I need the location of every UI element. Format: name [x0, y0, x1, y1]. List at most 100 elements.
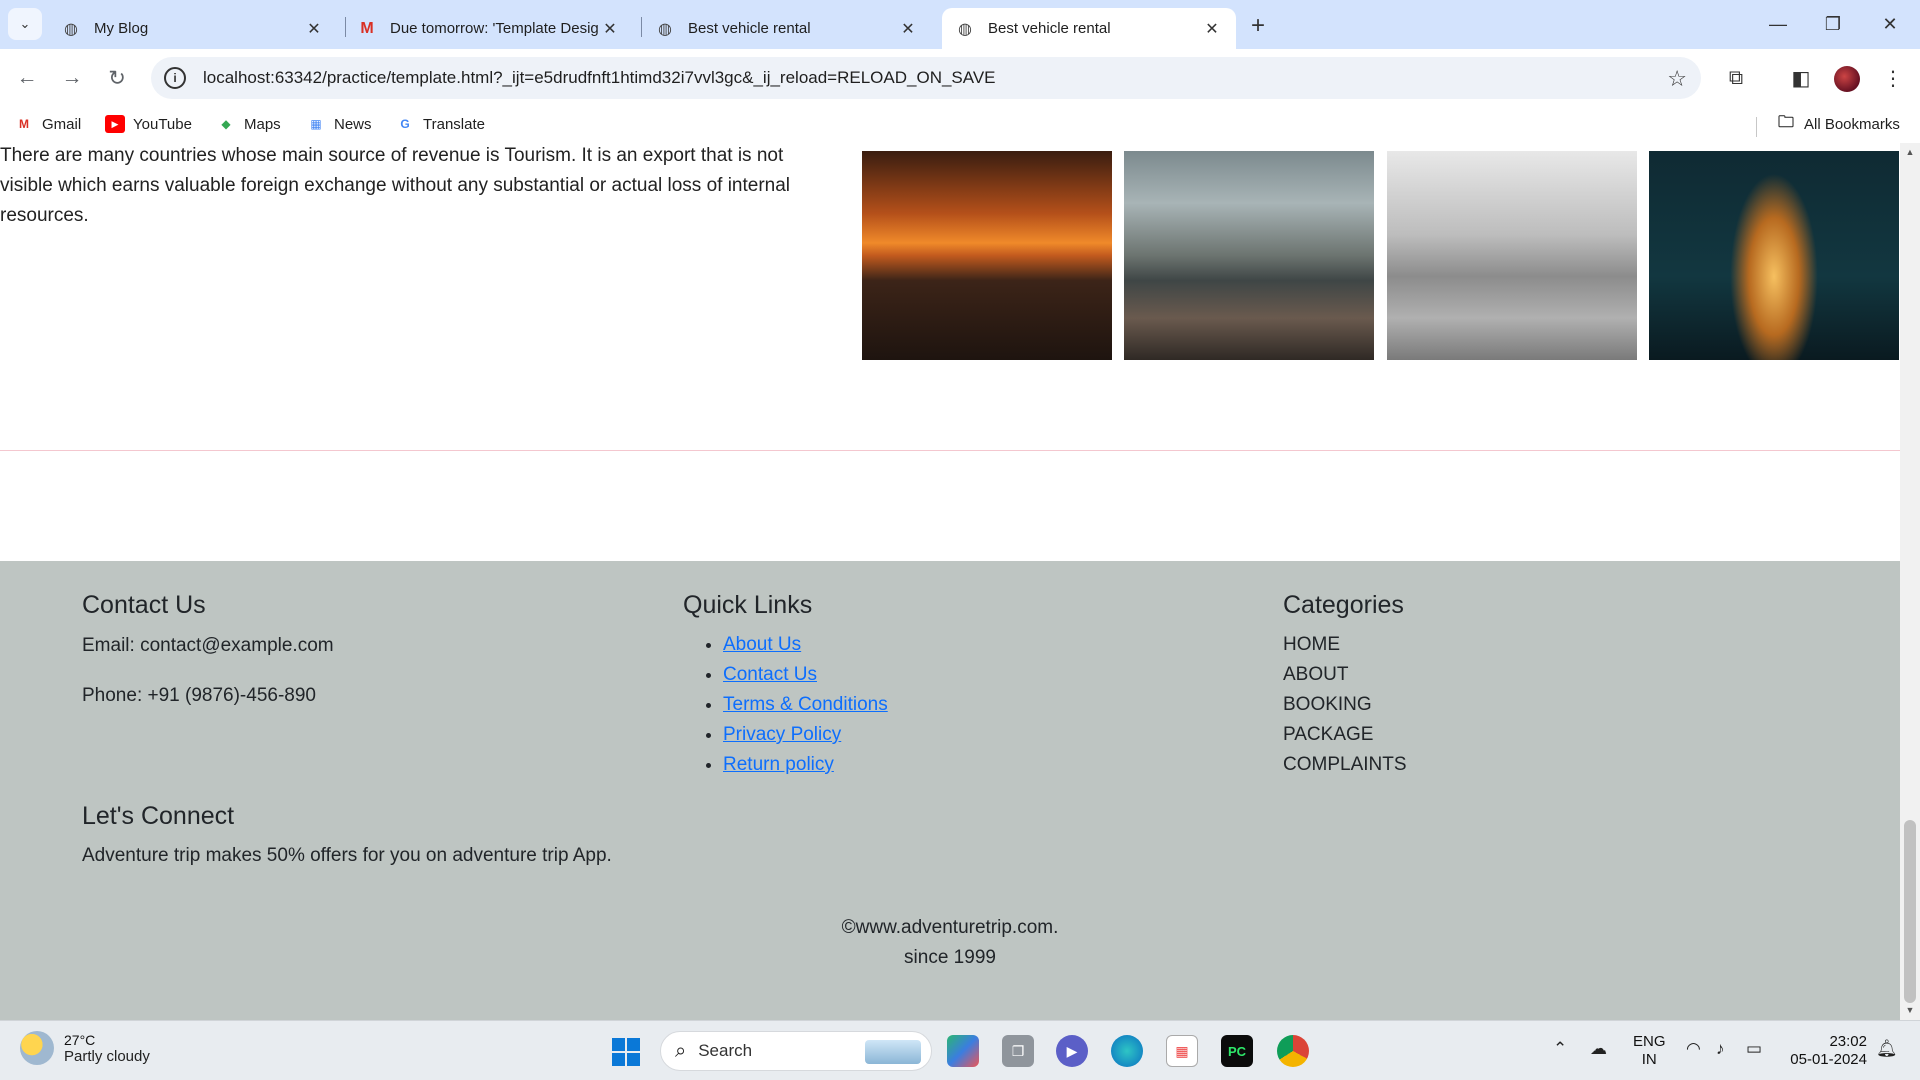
copilot-icon[interactable]	[947, 1035, 979, 1067]
quick-links-heading: Quick Links	[683, 591, 813, 619]
tab-search-button[interactable]: ⌄	[8, 8, 42, 40]
language-indicator[interactable]: ENG IN	[1633, 1033, 1666, 1069]
bookmark-maps[interactable]: ◆ Maps	[216, 115, 280, 133]
link-about-us[interactable]: About Us	[723, 634, 801, 655]
connect-heading: Let's Connect	[82, 802, 235, 830]
weather-icon	[20, 1031, 54, 1065]
lang-region: IN	[1641, 1051, 1657, 1068]
bookmarks-divider	[1756, 117, 1757, 137]
battery-icon[interactable]: ▭	[1746, 1039, 1762, 1059]
bookmark-news[interactable]: ▦ News	[306, 115, 371, 133]
scroll-down-icon[interactable]: ▼	[1905, 1005, 1915, 1015]
category-complaints[interactable]: COMPLAINTS	[1283, 750, 1407, 780]
tab-title: Best vehicle rental	[688, 20, 811, 37]
close-window-button[interactable]: ✕	[1870, 10, 1910, 38]
address-bar[interactable]: i localhost:63342/practice/template.html…	[151, 57, 1701, 99]
category-package[interactable]: PACKAGE	[1283, 720, 1407, 750]
restore-button[interactable]: ❐	[1813, 10, 1853, 38]
weather-desc: Partly cloudy	[64, 1047, 150, 1065]
category-home[interactable]: HOME	[1283, 630, 1407, 660]
bookmark-label: Gmail	[42, 115, 82, 133]
category-booking[interactable]: BOOKING	[1283, 690, 1407, 720]
url-text[interactable]: localhost:63342/practice/template.html?_…	[203, 68, 996, 88]
bookmark-gmail[interactable]: M Gmail	[14, 115, 81, 133]
sunset-birds-photo	[862, 151, 1112, 360]
city-harbor-gulls-photo	[1124, 151, 1374, 360]
volume-icon[interactable]: ♪	[1716, 1039, 1725, 1059]
since-line: since 1999	[904, 947, 996, 968]
tab-strip: ⌄ ◍ My Blog ✕ M Due tomorrow: 'Template …	[0, 0, 1920, 49]
chrome-icon[interactable]	[1277, 1035, 1309, 1067]
clock-time: 23:02	[1829, 1033, 1867, 1050]
forward-button[interactable]: →	[55, 61, 89, 95]
info-icon[interactable]: i	[164, 67, 186, 89]
bookmarks-bar: M Gmail ▶ YouTube ◆ Maps ▦ News G Transl…	[0, 107, 1920, 143]
pycharm-icon[interactable]: PC	[1221, 1035, 1253, 1067]
store-icon[interactable]: ▦	[1166, 1035, 1198, 1067]
news-icon: ▦	[310, 117, 322, 131]
link-terms[interactable]: Terms & Conditions	[723, 694, 888, 715]
close-icon: ✕	[1882, 13, 1898, 34]
bookmark-label: Translate	[423, 115, 485, 133]
close-icon[interactable]: ✕	[304, 19, 324, 39]
intro-paragraph: There are many countries whose main sour…	[0, 145, 791, 226]
task-view-icon[interactable]: ❐	[1002, 1035, 1034, 1067]
copyright-line: ©www.adventuretrip.com.	[841, 917, 1059, 938]
reload-button[interactable]: ↻	[100, 61, 134, 95]
category-about[interactable]: ABOUT	[1283, 660, 1407, 690]
avatar[interactable]	[1834, 66, 1860, 92]
tab-gmail[interactable]: M Due tomorrow: 'Template Desig ✕	[344, 8, 634, 49]
link-privacy[interactable]: Privacy Policy	[723, 724, 841, 745]
taskbar-search[interactable]: ⌕ Search	[660, 1031, 932, 1071]
link-return-policy[interactable]: Return policy	[723, 754, 834, 775]
side-panel-icon[interactable]: ◧	[1786, 63, 1816, 93]
bookmark-label: YouTube	[133, 115, 192, 133]
quick-links-list: About Us Contact Us Terms & Conditions P…	[723, 630, 888, 780]
wifi-icon[interactable]: ◠	[1686, 1039, 1701, 1059]
all-bookmarks[interactable]: 🗀 All Bookmarks	[1776, 113, 1900, 133]
tab-my-blog[interactable]: ◍ My Blog ✕	[48, 8, 338, 49]
weather-widget[interactable]: 27°C Partly cloudy	[20, 1031, 150, 1065]
list-item: Contact Us	[723, 660, 888, 690]
globe-icon: ◍	[658, 20, 672, 38]
list-item: About Us	[723, 630, 888, 660]
link-contact-us[interactable]: Contact Us	[723, 664, 817, 685]
minimize-button[interactable]: —	[1758, 10, 1798, 38]
bookmark-translate[interactable]: G Translate	[395, 115, 485, 133]
back-button[interactable]: ←	[10, 61, 44, 95]
tab-vehicle-rental[interactable]: ◍ Best vehicle rental ✕	[642, 8, 932, 49]
star-icon[interactable]: ☆	[1667, 66, 1687, 92]
list-item: Terms & Conditions	[723, 690, 888, 720]
tab-title: My Blog	[94, 20, 149, 37]
section-divider	[0, 450, 1900, 451]
bookmark-label: All Bookmarks	[1804, 115, 1900, 133]
page-scrollbar[interactable]: ▲ ▼	[1900, 143, 1920, 1020]
web-page: There are many countries whose main sour…	[0, 143, 1900, 1020]
edge-icon[interactable]	[1111, 1035, 1143, 1067]
menu-icon[interactable]: ⋮	[1878, 63, 1908, 93]
new-tab-button[interactable]: +	[1244, 12, 1272, 40]
tab-title: Due tomorrow: 'Template Desig	[390, 20, 599, 37]
extensions-icon[interactable]: ⧉	[1721, 63, 1751, 93]
close-icon[interactable]: ✕	[600, 19, 620, 39]
teams-icon[interactable]: ▶	[1056, 1035, 1088, 1067]
start-button[interactable]	[612, 1038, 640, 1066]
scroll-up-icon[interactable]: ▲	[1905, 147, 1915, 157]
restore-icon: ❐	[1824, 13, 1842, 34]
search-label: Search	[698, 1041, 753, 1060]
contact-column: Contact Us Email: contact@example.com Ph…	[82, 591, 334, 708]
tab-vehicle-rental-active[interactable]: ◍ Best vehicle rental ✕	[942, 8, 1236, 49]
windows-logo-icon	[627, 1053, 640, 1066]
folder-icon: 🗀	[1777, 113, 1794, 131]
close-icon[interactable]: ✕	[1202, 19, 1222, 39]
scrollbar-thumb[interactable]	[1904, 820, 1916, 1003]
close-icon[interactable]: ✕	[898, 19, 918, 39]
flock-birds-photo	[1387, 151, 1637, 360]
list-item: Privacy Policy	[723, 720, 888, 750]
clock[interactable]: 23:02 05-01-2024	[1782, 1033, 1867, 1069]
chevron-up-icon[interactable]: ⌃	[1553, 1039, 1567, 1059]
bookmark-youtube[interactable]: ▶ YouTube	[105, 115, 192, 133]
onedrive-icon[interactable]: ☁	[1590, 1039, 1607, 1059]
notification-bell-icon[interactable]: 🔔︎	[1876, 1039, 1898, 1059]
windows-logo-icon	[612, 1038, 625, 1051]
